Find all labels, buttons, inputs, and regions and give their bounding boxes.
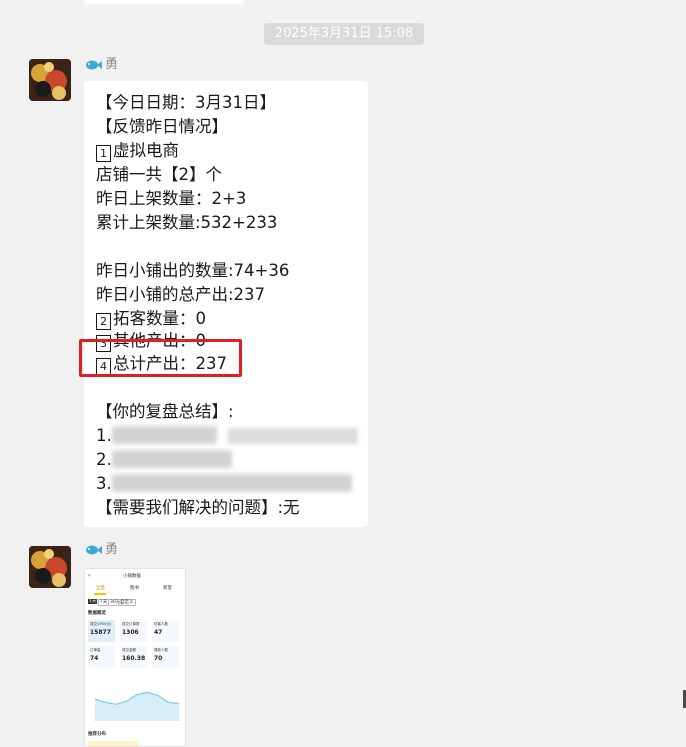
redacted-text (112, 474, 352, 492)
red-highlight-box (79, 339, 242, 377)
message-line: 1 虚拟电商 (96, 139, 179, 163)
fish-icon (86, 545, 102, 555)
redacted-text (228, 428, 358, 444)
fish-icon (86, 60, 102, 70)
message-line: 2 拓客数量：0 (96, 307, 206, 331)
redacted-text (112, 450, 232, 468)
chart-area (95, 692, 179, 721)
back-arrow-icon: ‹ (88, 572, 91, 579)
message-line: 累计上架数量:532+233 (96, 213, 278, 232)
number-box-1: 1 (96, 145, 111, 162)
avatar-image (29, 59, 71, 101)
thumb-stat-card: 成交GMV(元) 15877 (88, 620, 115, 642)
message-line: 【需要我们解决的问题】:无 (96, 498, 300, 517)
message-line: 【今日日期：3月31日】 (96, 93, 276, 112)
thumb-stat-card: 成交订单数 1306 (120, 620, 147, 642)
sender-avatar[interactable] (29, 546, 71, 588)
avatar-image (29, 546, 71, 588)
message-line: 3. (96, 474, 112, 493)
thumb-stat-card: 退款人数 70 (152, 646, 179, 668)
message-line: 昨日上架数量：2+3 (96, 189, 247, 208)
previous-message-edge (84, 0, 244, 4)
thumb-footer-bar (88, 741, 138, 746)
thumb-period-tab: 1天 (88, 599, 98, 604)
message-line: 2. (96, 450, 112, 469)
thumb-period-tab: 自定义 (118, 599, 136, 606)
sender-name-row: 勇 (84, 56, 118, 74)
message-timestamp: 2025年3月31日 15:08 (264, 23, 424, 45)
thumb-tab: 全量 (96, 586, 105, 591)
number-box-2: 2 (96, 313, 111, 330)
screenshot-thumbnail[interactable]: ‹ 小铺数据 全量 图书 新客 1天 7天 30天 自定义 数据概览 成交GMV… (84, 568, 186, 747)
thumb-stat-card: 成交金额 160.38 (120, 646, 147, 668)
message-line: 【反馈昨日情况】 (96, 117, 228, 136)
sender-name: 勇 (105, 57, 119, 72)
sender-avatar[interactable] (29, 59, 71, 101)
redacted-text (112, 426, 217, 444)
thumb-title: 小铺数据 (123, 574, 141, 579)
thumb-footer-title: 推荐分布 (88, 732, 106, 737)
message-line: 店铺一共【2】个 (96, 165, 222, 184)
sender-name-row: 勇 (84, 541, 118, 559)
message-line: 昨日小铺出的数量:74+36 (96, 261, 290, 280)
message-line: 1. (96, 426, 112, 445)
message-line: 【你的复盘总结】: (96, 402, 234, 421)
thumb-tab: 图书 (130, 586, 139, 591)
thumb-tab-underline (94, 593, 106, 595)
thumb-tab: 新客 (163, 586, 172, 591)
thumb-stat-card: 访客人数 47 (152, 620, 179, 642)
thumb-area-chart (93, 691, 181, 721)
thumb-section-title: 数据概览 (88, 611, 106, 616)
thumb-stat-card: 订单量 74 (88, 646, 115, 668)
message-line: 昨日小铺的总产出:237 (96, 285, 266, 304)
sender-name: 勇 (105, 542, 119, 557)
